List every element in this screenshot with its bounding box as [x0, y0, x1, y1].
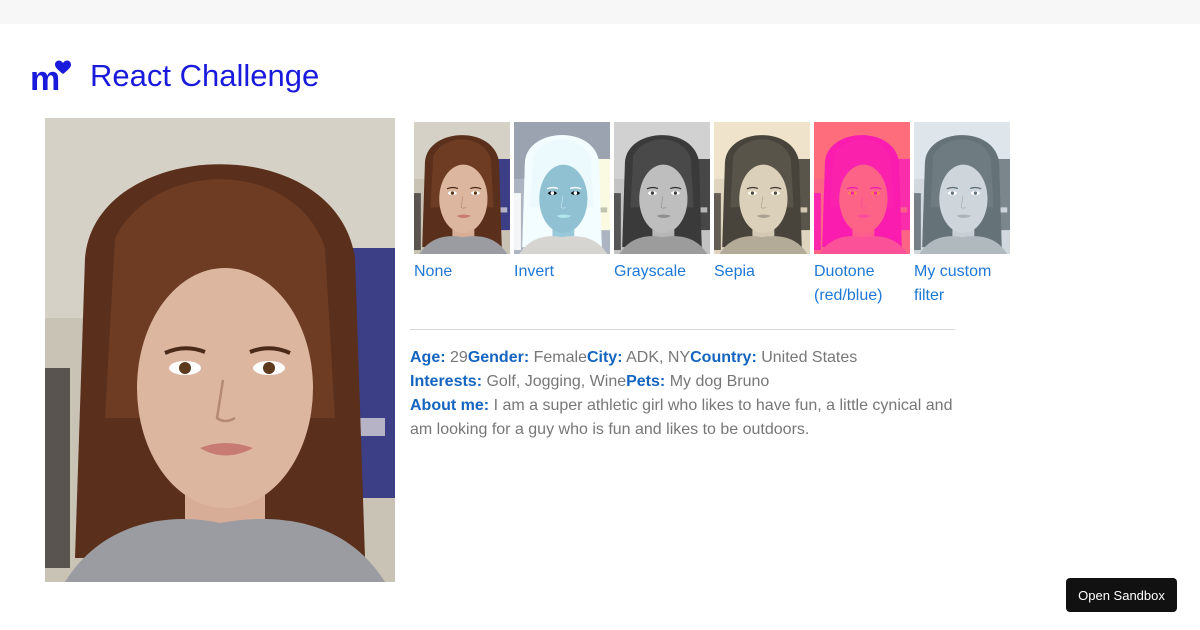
filter-thumbnail-custom[interactable] — [914, 122, 1010, 254]
heart-icon — [55, 60, 71, 74]
info-line-interests: Interests: Golf, Jogging, WinePets: My d… — [410, 370, 955, 394]
profile-info: Age: 29Gender: FemaleCity: ADK, NYCountr… — [410, 346, 955, 442]
filter-option-custom[interactable]: My custom filter — [914, 122, 1014, 308]
brand-logo-icon: m — [30, 60, 72, 97]
filter-option-none[interactable]: None — [414, 122, 514, 308]
open-sandbox-button[interactable]: Open Sandbox — [1066, 578, 1177, 612]
interests-label: Interests: — [410, 373, 483, 390]
profile-photo — [45, 118, 395, 582]
city-value: ADK, NY — [626, 349, 691, 366]
filter-label-invert[interactable]: Invert — [514, 260, 610, 284]
country-value: United States — [761, 349, 858, 366]
filter-thumbnail-duotone[interactable] — [814, 122, 910, 254]
filter-label-sepia[interactable]: Sepia — [714, 260, 810, 284]
city-label: City: — [586, 349, 623, 366]
filter-thumbnail-none[interactable] — [414, 122, 510, 254]
filter-label-duotone[interactable]: Duotone (red/blue) — [814, 260, 910, 308]
filter-label-none[interactable]: None — [414, 260, 510, 284]
age-value: 29 — [450, 349, 468, 366]
filter-option-invert[interactable]: Invert — [514, 122, 614, 308]
filter-options: None Invert Grayscale Sepia Duotone (red… — [414, 122, 1014, 308]
filter-option-sepia[interactable]: Sepia — [714, 122, 814, 308]
page-title: React Challenge — [90, 58, 320, 93]
country-label: Country: — [690, 349, 757, 366]
filter-option-duotone[interactable]: Duotone (red/blue) — [814, 122, 914, 308]
gender-label: Gender: — [467, 349, 530, 366]
pets-label: Pets: — [626, 373, 666, 390]
filter-thumbnail-invert[interactable] — [514, 122, 610, 254]
age-label: Age: — [410, 349, 446, 366]
pets-value: My dog Bruno — [669, 373, 770, 390]
header: m React Challenge — [30, 58, 319, 98]
info-line-about: About me: I am a super athletic girl who… — [410, 394, 955, 442]
filter-label-grayscale[interactable]: Grayscale — [614, 260, 710, 284]
portrait-image — [45, 118, 395, 582]
divider — [410, 329, 955, 330]
filter-thumbnail-grayscale[interactable] — [614, 122, 710, 254]
filter-thumbnail-sepia[interactable] — [714, 122, 810, 254]
filter-option-grayscale[interactable]: Grayscale — [614, 122, 714, 308]
about-label: About me: — [410, 397, 490, 414]
interests-value: Golf, Jogging, Wine — [486, 373, 627, 390]
filter-label-custom[interactable]: My custom filter — [914, 260, 1010, 308]
info-line-basics: Age: 29Gender: FemaleCity: ADK, NYCountr… — [410, 346, 955, 370]
gender-value: Female — [533, 349, 587, 366]
top-bar — [0, 0, 1200, 24]
